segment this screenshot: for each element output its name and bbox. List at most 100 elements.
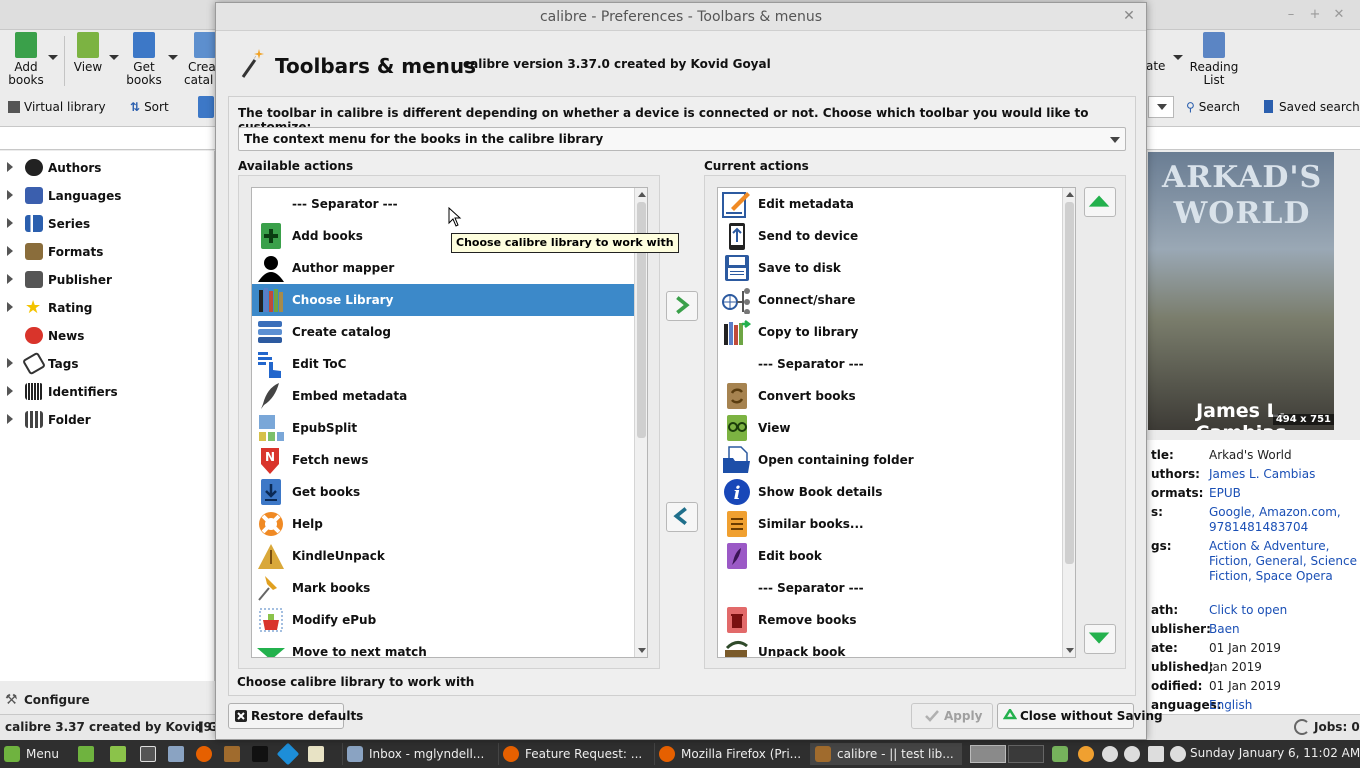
search-dropdown[interactable]: [1148, 96, 1174, 118]
taskbar-item-firefox-private[interactable]: Mozilla Firefox (Pri...: [654, 743, 804, 765]
virtual-library-button[interactable]: Virtual library: [8, 100, 106, 114]
tag-item-news[interactable]: News: [0, 321, 215, 349]
view-button[interactable]: View: [62, 32, 114, 74]
list-item[interactable]: View: [718, 412, 1062, 444]
saved-search-button[interactable]: Saved search: [1264, 100, 1360, 114]
move-down-button[interactable]: [1084, 624, 1116, 654]
taskbar-item-calibre[interactable]: calibre - || test lib...: [810, 743, 962, 765]
tag-item-rating[interactable]: ★ Rating: [0, 293, 215, 321]
taskbar-item-feature-request[interactable]: Feature Request: ...: [498, 743, 648, 765]
expand-arrow-icon[interactable]: [7, 274, 13, 284]
available-list-scrollbar[interactable]: [634, 188, 647, 657]
configure-button[interactable]: ⚒ Configure: [0, 688, 215, 712]
list-item[interactable]: i Show Book details: [718, 476, 1062, 508]
list-item[interactable]: Edit ToC: [252, 348, 634, 380]
dialog-close-icon[interactable]: ✕: [1121, 8, 1137, 24]
workspace-1[interactable]: [970, 745, 1006, 763]
expand-arrow-icon[interactable]: [7, 358, 13, 368]
language-link[interactable]: English: [1209, 698, 1359, 713]
tag-item-tags[interactable]: Tags: [0, 349, 215, 377]
expand-arrow-icon[interactable]: [7, 302, 13, 312]
list-item[interactable]: Convert books: [718, 380, 1062, 412]
remove-action-button[interactable]: [666, 502, 698, 532]
list-item[interactable]: Create catalog: [252, 316, 634, 348]
terminal-icon[interactable]: [140, 746, 156, 762]
scrollbar-thumb[interactable]: [1065, 202, 1074, 564]
identifier-links[interactable]: Google, Amazon.com, 9781481483704: [1209, 505, 1359, 535]
volume-icon[interactable]: [1170, 746, 1186, 762]
scroll-up-icon[interactable]: [1066, 192, 1074, 197]
current-list-scrollbar[interactable]: [1062, 188, 1075, 657]
notifications-icon[interactable]: [1102, 746, 1118, 762]
add-books-dropdown-arrow[interactable]: [48, 55, 58, 60]
list-item[interactable]: KindleUnpack: [252, 540, 634, 572]
tag-item-identifiers[interactable]: Identifiers: [0, 377, 215, 405]
expand-arrow-icon[interactable]: [7, 386, 13, 396]
list-item[interactable]: Get books: [252, 476, 634, 508]
list-item[interactable]: Mark books: [252, 572, 634, 604]
scroll-down-icon[interactable]: [638, 648, 646, 653]
close-without-saving-button[interactable]: Close without Saving: [997, 703, 1163, 729]
list-item[interactable]: Copy to library: [718, 316, 1062, 348]
available-actions-list[interactable]: --- Separator --- Add books Author mappe…: [251, 187, 648, 658]
list-item[interactable]: Send to device: [718, 220, 1062, 252]
list-item[interactable]: Embed metadata: [252, 380, 634, 412]
files-icon[interactable]: [110, 746, 126, 762]
firefox-tray-icon[interactable]: [1078, 746, 1094, 762]
expand-arrow-icon[interactable]: [7, 218, 13, 228]
shield-icon[interactable]: [1052, 746, 1068, 762]
maximize-icon[interactable]: +: [1306, 6, 1324, 24]
sort-button[interactable]: ⇅ Sort: [130, 100, 169, 114]
list-item[interactable]: EpubSplit: [252, 412, 634, 444]
pen-icon[interactable]: [1148, 746, 1164, 762]
expand-arrow-icon[interactable]: [7, 190, 13, 200]
tag-item-folder[interactable]: Folder: [0, 405, 215, 433]
scroll-up-icon[interactable]: [638, 192, 646, 197]
get-books-button[interactable]: Get books: [118, 32, 170, 87]
list-item[interactable]: N Fetch news: [252, 444, 634, 476]
kindle-launcher-icon[interactable]: [252, 746, 268, 762]
minimize-icon[interactable]: –: [1282, 6, 1300, 24]
toolbar-select[interactable]: The context menu for the books in the ca…: [238, 127, 1126, 151]
expand-arrow-icon[interactable]: [7, 162, 13, 172]
list-item-selected[interactable]: Choose Library: [252, 284, 634, 316]
tag-links[interactable]: Action & Adventure, Fiction, General, Sc…: [1209, 539, 1359, 584]
preferences-icon[interactable]: [198, 96, 214, 118]
taskbar-item-inbox[interactable]: Inbox - mglyndell...: [342, 743, 492, 765]
list-item[interactable]: Edit book: [718, 540, 1062, 572]
list-item[interactable]: --- Separator ---: [718, 572, 1062, 604]
list-item[interactable]: Unpack book: [718, 636, 1062, 657]
clock[interactable]: Sunday January 6, 11:02 AM: [1190, 746, 1360, 760]
reading-list-button[interactable]: Reading List: [1186, 32, 1242, 87]
search-button[interactable]: ⚲ Search: [1186, 100, 1240, 114]
user-icon[interactable]: [1124, 746, 1140, 762]
close-icon[interactable]: ✕: [1330, 6, 1348, 24]
tag-item-formats[interactable]: Formats: [0, 237, 215, 265]
expand-arrow-icon[interactable]: [7, 414, 13, 424]
start-menu-button[interactable]: Menu: [0, 743, 70, 765]
workspace-2[interactable]: [1008, 745, 1044, 763]
calibre-launcher-icon[interactable]: [224, 746, 240, 762]
path-link[interactable]: Click to open: [1209, 603, 1359, 618]
list-item[interactable]: Connect/share: [718, 284, 1062, 316]
list-item[interactable]: --- Separator ---: [252, 188, 634, 220]
apply-button[interactable]: Apply: [911, 703, 993, 729]
add-action-button[interactable]: [666, 291, 698, 321]
scroll-down-icon[interactable]: [1066, 648, 1074, 653]
expand-arrow-icon[interactable]: [7, 246, 13, 256]
format-link[interactable]: EPUB: [1209, 486, 1359, 501]
app-launcher-icon[interactable]: [168, 746, 184, 762]
publisher-link[interactable]: Baen: [1209, 622, 1359, 637]
show-desktop-icon[interactable]: [78, 746, 94, 762]
tag-item-publisher[interactable]: Publisher: [0, 265, 215, 293]
list-item[interactable]: Modify ePub: [252, 604, 634, 636]
list-item[interactable]: Help: [252, 508, 634, 540]
author-link[interactable]: James L. Cambias: [1209, 467, 1359, 482]
list-item[interactable]: Move to next match: [252, 636, 634, 657]
get-books-dropdown-arrow[interactable]: [168, 55, 178, 60]
list-item[interactable]: Save to disk: [718, 252, 1062, 284]
update-dropdown-arrow[interactable]: [1173, 55, 1183, 60]
firefox-launcher-icon[interactable]: [196, 746, 212, 762]
text-editor-launcher-icon[interactable]: [308, 746, 324, 762]
list-item[interactable]: Similar books...: [718, 508, 1062, 540]
